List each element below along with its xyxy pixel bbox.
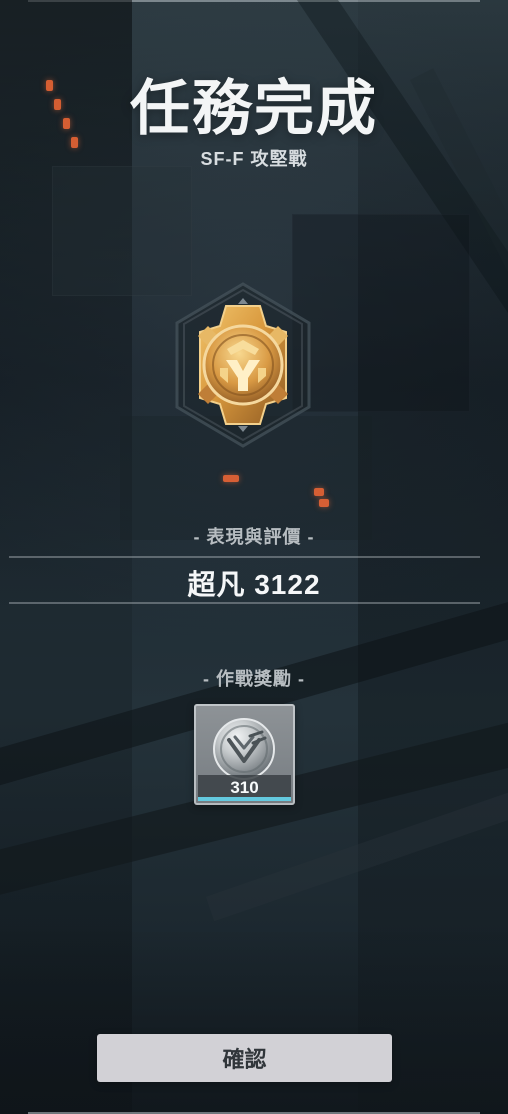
- mission-complete-screen: 任務完成 SF-F 攻堅戰 - 表現與評價 - 超凡 3122 - 作戰獎勵 -…: [0, 0, 508, 1114]
- score-divider-bottom: [9, 602, 480, 604]
- background-warning-light: [314, 488, 324, 496]
- silver-coin-icon: [209, 714, 279, 784]
- background-warning-light: [319, 499, 329, 507]
- confirm-button[interactable]: 確認: [97, 1034, 392, 1082]
- background-panel-1: [52, 166, 192, 296]
- top-border-line: [28, 0, 480, 2]
- reward-count-bar: 310: [198, 775, 291, 801]
- reward-count: 310: [230, 778, 259, 797]
- mission-subtitle: SF-F 攻堅戰: [200, 149, 308, 169]
- reward-section-title: - 作戰獎勵 -: [203, 669, 305, 689]
- score-divider-top: [9, 556, 480, 558]
- background-warning-light: [223, 475, 239, 482]
- background-rail-3: [205, 786, 508, 922]
- performance-section-title: - 表現與評價 -: [193, 527, 315, 547]
- page-title: 任務完成: [130, 75, 378, 142]
- gold-medal-icon: [168, 280, 318, 450]
- performance-score: 超凡 3122: [187, 569, 321, 600]
- background-floor: [0, 932, 508, 1114]
- reward-item-card[interactable]: 310: [194, 704, 295, 805]
- background-panel-2: [292, 214, 470, 412]
